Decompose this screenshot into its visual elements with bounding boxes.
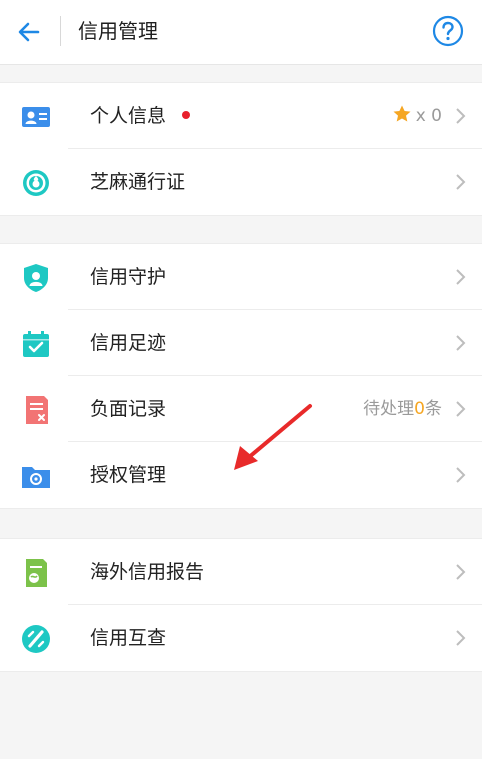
menu-item-label: 信用守护 — [90, 266, 167, 288]
calendar-check-icon — [23, 331, 49, 357]
slash-circle-icon — [22, 625, 50, 653]
pending-prefix: 待处理 — [363, 399, 415, 419]
star-count: x 0 — [392, 83, 442, 149]
chevron-right-icon — [456, 108, 466, 124]
menu-item-authorization[interactable]: 授权管理 — [0, 442, 482, 508]
chevron-right-icon — [456, 467, 466, 483]
chevron-right-icon — [456, 401, 466, 417]
zhima-ring-icon — [23, 170, 49, 196]
menu-item-label: 信用互查 — [90, 627, 167, 649]
star-count-value: x 0 — [415, 106, 442, 126]
menu-item-negative-record[interactable]: 负面记录 待处理0条 — [0, 376, 482, 442]
chevron-right-icon — [456, 269, 466, 285]
report-document-icon — [26, 559, 47, 587]
chevron-right-icon — [456, 630, 466, 646]
menu-group-profile: 个人信息 x 0 芝麻通行证 — [0, 82, 482, 216]
menu-group-reports: 海外信用报告 信用互查 — [0, 538, 482, 672]
menu-item-zhima-pass[interactable]: 芝麻通行证 — [0, 149, 482, 215]
menu-item-label: 个人信息 — [90, 105, 167, 127]
header-divider — [60, 16, 61, 46]
menu-item-credit-mutual-check[interactable]: 信用互查 — [0, 605, 482, 671]
chevron-right-icon — [456, 335, 466, 351]
menu-item-label: 负面记录 — [90, 398, 167, 420]
pending-suffix: 条 — [425, 399, 442, 419]
menu-item-label: 信用足迹 — [90, 332, 167, 354]
pending-count: 0 — [414, 399, 425, 419]
menu-group-credit: 信用守护 信用足迹 负面记录 待处理0条 授权管理 — [0, 243, 482, 509]
menu-item-label: 海外信用报告 — [90, 561, 205, 583]
question-mark-icon[interactable] — [432, 15, 464, 47]
pending-status: 待处理0条 — [363, 376, 442, 442]
back-arrow-icon[interactable] — [14, 17, 44, 47]
id-card-icon — [22, 107, 50, 127]
menu-item-overseas-report[interactable]: 海外信用报告 — [0, 539, 482, 605]
shield-user-icon — [24, 264, 48, 292]
menu-item-label: 芝麻通行证 — [90, 171, 186, 193]
chevron-right-icon — [456, 174, 466, 190]
page-title: 信用管理 — [78, 19, 158, 43]
document-x-icon — [26, 396, 48, 424]
top-bar: 信用管理 — [0, 0, 482, 65]
star-icon — [393, 105, 411, 122]
menu-item-credit-guard[interactable]: 信用守护 — [0, 244, 482, 310]
menu-item-personal-info[interactable]: 个人信息 x 0 — [0, 83, 482, 149]
notification-dot — [182, 110, 191, 119]
folder-gear-icon — [22, 467, 50, 488]
chevron-right-icon — [456, 564, 466, 580]
menu-item-credit-footprint[interactable]: 信用足迹 — [0, 310, 482, 376]
menu-item-label: 授权管理 — [90, 464, 167, 486]
